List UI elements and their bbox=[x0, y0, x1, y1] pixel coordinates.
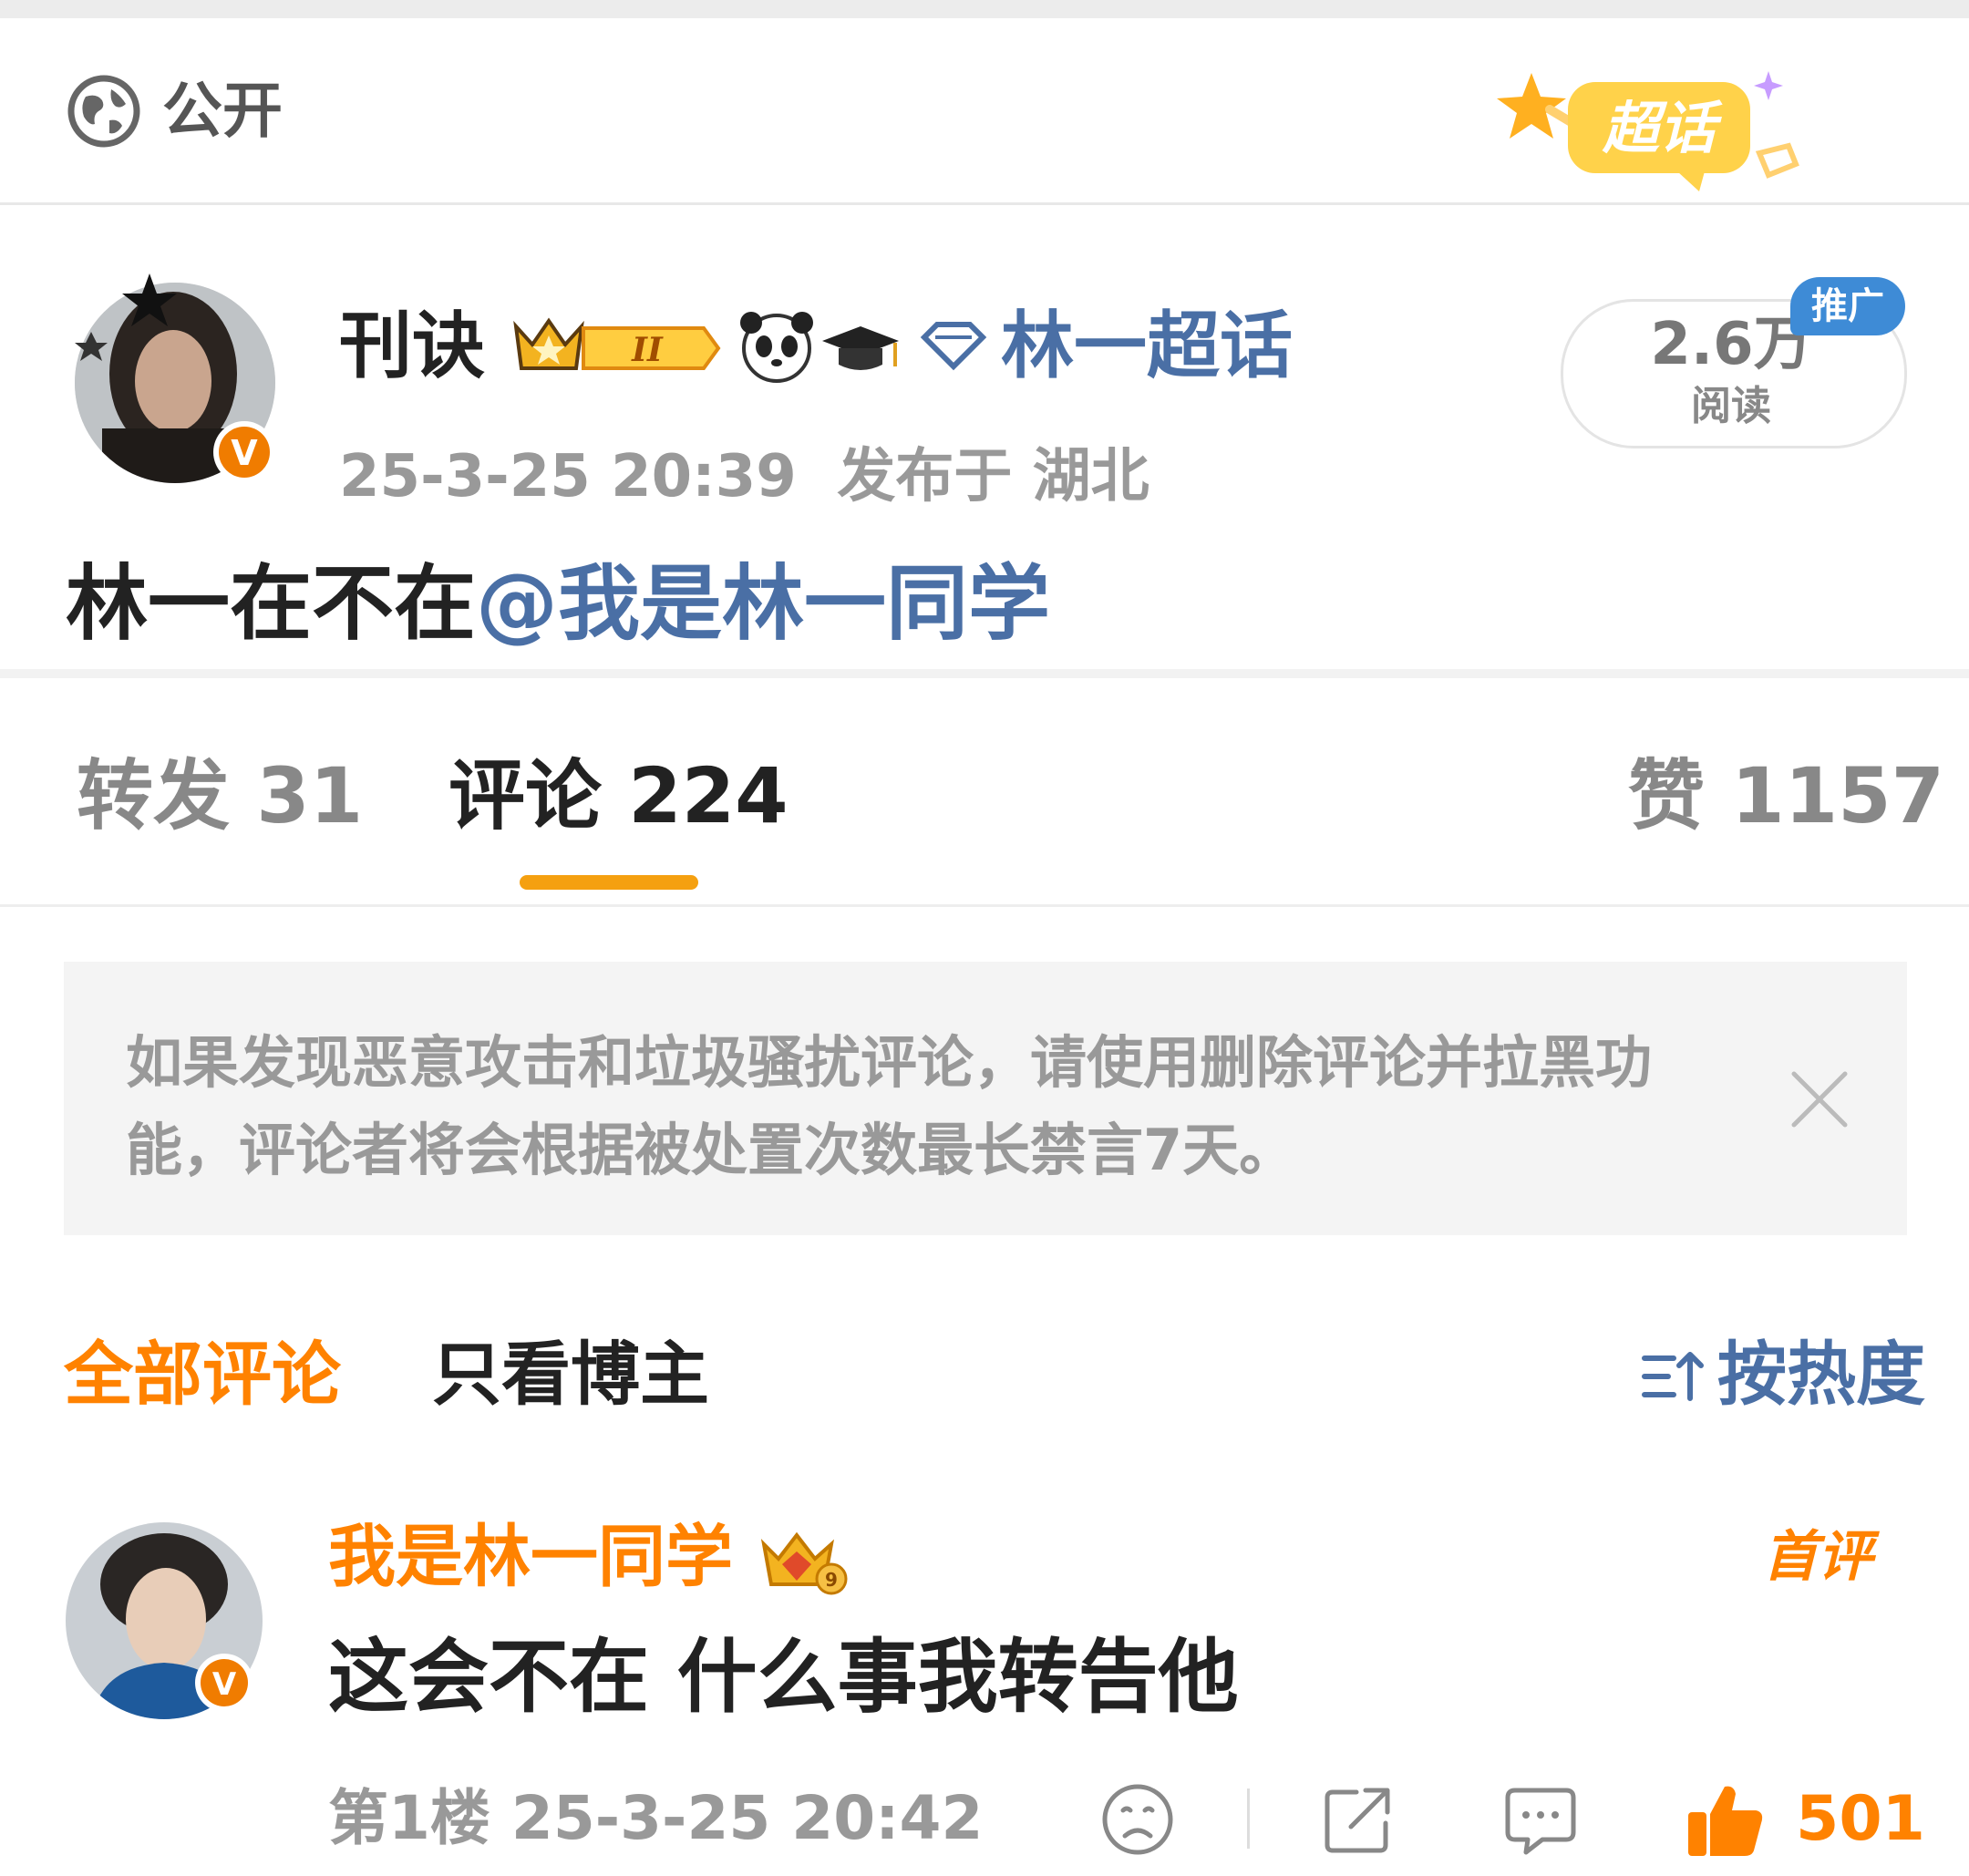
graduation-cap-icon bbox=[822, 326, 899, 370]
comment-floor-time: 第1楼 25-3-25 20:42 bbox=[328, 1783, 984, 1853]
reads-label: 阅读 bbox=[1691, 383, 1771, 429]
promote-badge[interactable]: 推广 bbox=[1790, 277, 1905, 335]
post-body: 林一在不在@我是林一同学 bbox=[66, 554, 1050, 655]
mention-link[interactable]: @我是林一同学 bbox=[476, 556, 1050, 652]
comment-icon[interactable] bbox=[1502, 1781, 1579, 1858]
commenter-name[interactable]: 我是林一同学 bbox=[328, 1513, 733, 1601]
action-divider bbox=[1247, 1788, 1250, 1849]
post-location: 发布于 湖北 bbox=[837, 443, 1149, 510]
section-divider bbox=[0, 669, 1969, 678]
commenter-avatar[interactable]: V bbox=[64, 1520, 264, 1721]
privacy-label[interactable]: 公开 bbox=[162, 75, 283, 148]
thumbs-up-icon[interactable] bbox=[1683, 1778, 1767, 1861]
svg-text:9: 9 bbox=[825, 1569, 838, 1591]
status-strip bbox=[0, 0, 1969, 18]
author-avatar[interactable]: V bbox=[66, 273, 284, 492]
crown-level-icon: II bbox=[513, 317, 721, 370]
post-text: 林一在不在 bbox=[66, 556, 476, 652]
post-time: 25-3-25 20:39 bbox=[339, 443, 797, 510]
diamond-icon bbox=[920, 322, 987, 371]
comment-like-count: 501 bbox=[1796, 1783, 1925, 1855]
supertopic-badge-label: 超话 bbox=[1602, 95, 1723, 161]
svg-text:II: II bbox=[631, 331, 664, 369]
crown-medal-icon: 9 bbox=[760, 1531, 848, 1595]
tab-repost[interactable]: 转发 31 bbox=[77, 746, 363, 846]
filter-all-comments[interactable]: 全部评论 bbox=[64, 1329, 341, 1420]
post-meta: 25-3-25 20:39 发布于 湖北 bbox=[339, 436, 1149, 518]
share-icon[interactable] bbox=[1320, 1781, 1397, 1858]
svg-text:V: V bbox=[231, 433, 258, 473]
first-comment-badge: 首评 bbox=[1763, 1525, 1872, 1589]
author-name[interactable]: 刊诀 bbox=[339, 301, 485, 392]
tab-comment[interactable]: 评论 224 bbox=[448, 746, 789, 846]
sad-face-icon[interactable] bbox=[1099, 1781, 1176, 1858]
globe-icon bbox=[67, 75, 140, 148]
sort-by-heat[interactable]: 按热度 bbox=[1717, 1329, 1925, 1420]
filter-author-only[interactable]: 只看博主 bbox=[432, 1329, 709, 1420]
close-icon[interactable] bbox=[1785, 1065, 1854, 1134]
supertopic-link[interactable]: 林一超话 bbox=[1001, 301, 1293, 392]
user-badges: II bbox=[513, 312, 987, 383]
notice-text: 如果发现恶意攻击和垃圾骚扰评论，请使用删除评论并拉黑功能，评论者将会根据被处置次… bbox=[126, 1029, 1653, 1183]
supertopic-badge[interactable]: 超话 bbox=[1495, 55, 1805, 210]
svg-text:V: V bbox=[212, 1666, 237, 1703]
active-tab-indicator bbox=[520, 875, 698, 890]
sort-icon[interactable] bbox=[1641, 1344, 1705, 1407]
tab-like[interactable]: 赞 1157 bbox=[1628, 746, 1944, 846]
panda-icon bbox=[740, 312, 813, 383]
comment-text: 这会不在 什么事我转告他 bbox=[328, 1630, 1239, 1724]
